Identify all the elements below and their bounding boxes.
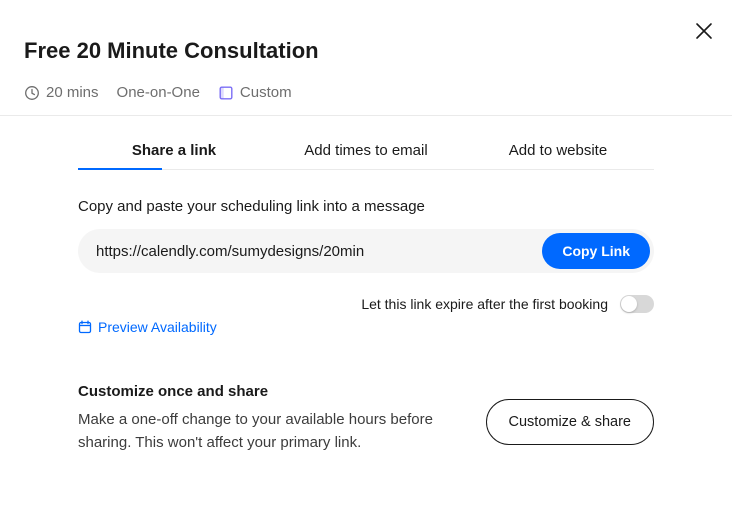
customize-section: Customize once and share Make a one-off … bbox=[78, 383, 654, 455]
expire-toggle[interactable] bbox=[620, 295, 654, 313]
custom-text: Custom bbox=[240, 84, 292, 101]
tab-content: Copy and paste your scheduling link into… bbox=[0, 170, 732, 455]
copy-instruction: Copy and paste your scheduling link into… bbox=[78, 198, 654, 215]
custom-icon bbox=[218, 85, 234, 101]
copy-link-button[interactable]: Copy Link bbox=[542, 233, 650, 269]
scheduling-link-row: Copy Link bbox=[78, 229, 654, 273]
tab-share-link[interactable]: Share a link bbox=[78, 132, 270, 169]
clock-icon bbox=[24, 85, 40, 101]
tab-add-to-website[interactable]: Add to website bbox=[462, 132, 654, 169]
customize-title: Customize once and share bbox=[78, 383, 456, 400]
duration-meta: 20 mins bbox=[24, 84, 99, 101]
customize-description: Make a one-off change to your available … bbox=[78, 408, 456, 455]
duration-text: 20 mins bbox=[46, 84, 99, 101]
close-icon bbox=[695, 22, 713, 43]
preview-availability-link[interactable]: Preview Availability bbox=[78, 319, 217, 335]
expire-row: Let this link expire after the first boo… bbox=[78, 295, 654, 313]
type-text: One-on-One bbox=[117, 84, 200, 101]
preview-row: Preview Availability bbox=[78, 319, 654, 335]
customize-share-button[interactable]: Customize & share bbox=[486, 399, 655, 445]
event-meta: 20 mins One-on-One Custom bbox=[24, 84, 708, 101]
calendar-icon bbox=[78, 320, 92, 334]
customize-text-block: Customize once and share Make a one-off … bbox=[78, 383, 456, 455]
preview-availability-text: Preview Availability bbox=[98, 319, 217, 335]
toggle-knob bbox=[621, 296, 637, 312]
custom-meta: Custom bbox=[218, 84, 292, 101]
page-title: Free 20 Minute Consultation bbox=[24, 38, 708, 64]
scheduling-link-input[interactable] bbox=[96, 243, 542, 260]
tab-bar: Share a link Add times to email Add to w… bbox=[78, 132, 654, 170]
type-meta: One-on-One bbox=[117, 84, 200, 101]
modal-header: Free 20 Minute Consultation 20 mins One-… bbox=[0, 0, 732, 116]
close-button[interactable] bbox=[694, 22, 714, 42]
tab-add-times-email[interactable]: Add times to email bbox=[270, 132, 462, 169]
expire-label: Let this link expire after the first boo… bbox=[361, 296, 608, 312]
